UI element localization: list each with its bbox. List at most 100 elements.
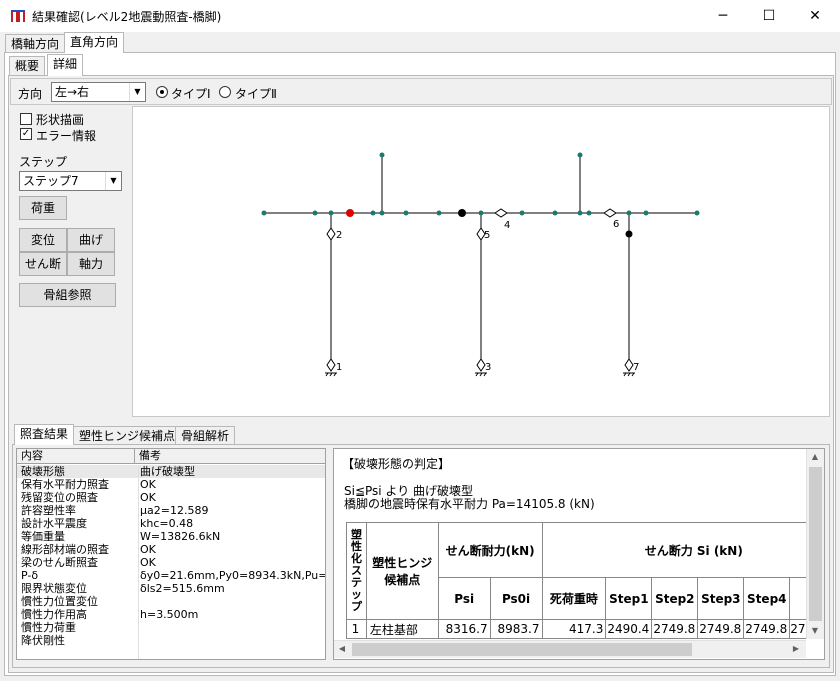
node-label: 5	[484, 230, 490, 241]
tab-hinge-candidates[interactable]: 塑性ヒンジ候補点	[73, 426, 182, 445]
property-row[interactable]: 慣性力荷重	[17, 621, 325, 634]
tab-overview[interactable]: 概要	[9, 56, 46, 76]
tab-detail[interactable]: 詳細	[47, 54, 84, 76]
axial-button[interactable]: 軸力	[67, 252, 115, 276]
tab-check-results[interactable]: 照査結果	[14, 424, 75, 445]
property-key: 梁のせん断照査	[21, 556, 98, 569]
close-button[interactable]: ✕	[792, 0, 838, 32]
node	[312, 210, 318, 216]
shape-draw-label: 形状描画	[36, 113, 85, 127]
chevron-down-icon: ▼	[105, 172, 121, 190]
frame-diagram[interactable]: 2 4 5 6 1 3 7	[132, 106, 830, 417]
property-key: 残留変位の照査	[21, 491, 98, 504]
property-row[interactable]: P-δ δy0=21.6mm,Py0=8934.3kN,Pu=1...	[17, 569, 325, 582]
frame-reference-button[interactable]: 骨組参照	[19, 283, 116, 307]
property-value: 曲げ破壊型	[140, 465, 195, 478]
type1-radio[interactable]	[156, 86, 168, 98]
scroll-right-icon[interactable]: ▶	[788, 641, 804, 657]
shape-draw-checkbox[interactable]	[20, 113, 32, 125]
node	[379, 152, 385, 158]
property-value: OK	[140, 556, 156, 569]
error-info-label: エラー情報	[36, 129, 97, 143]
property-key: 保有水平耐力照査	[21, 478, 109, 491]
type1-label: タイプⅠ	[171, 87, 211, 101]
type2-label: タイプⅡ	[235, 87, 277, 101]
property-row[interactable]: 慣性力位置変位	[17, 595, 325, 608]
node	[261, 210, 267, 216]
property-key: P-δ	[21, 569, 39, 582]
property-value: δls2=515.6mm	[140, 582, 225, 595]
window-title: 結果確認(レベル2地震動照査-橋脚)	[32, 10, 222, 24]
displacement-button[interactable]: 変位	[19, 228, 67, 252]
property-row[interactable]: 許容塑性率 μa2=12.589	[17, 504, 325, 517]
property-row[interactable]: 破壊形態 曲げ破壊型	[17, 465, 325, 478]
type2-radio[interactable]	[219, 86, 231, 98]
step-select[interactable]: ステップ7 ▼	[19, 171, 122, 191]
tab-perpendicular[interactable]: 直角方向	[64, 32, 125, 53]
subheader-step1: Step1	[605, 577, 653, 620]
property-value: h=3.500m	[140, 608, 199, 621]
scroll-down-icon[interactable]: ▼	[807, 623, 823, 639]
node-label: 1	[336, 362, 342, 373]
property-row[interactable]: 梁のせん断照査 OK	[17, 556, 325, 569]
property-row[interactable]: 慣性力作用高 h=3.500m	[17, 608, 325, 621]
property-key: 設計水平震度	[21, 517, 87, 530]
property-row[interactable]: 降伏剛性	[17, 634, 325, 647]
tab-frame-analysis[interactable]: 骨組解析	[175, 426, 236, 445]
property-value: W=13826.6kN	[140, 530, 221, 543]
property-row[interactable]: 保有水平耐力照査 OK	[17, 478, 325, 491]
property-row[interactable]: 線形部材端の照査 OK	[17, 543, 325, 556]
scroll-left-icon[interactable]: ◀	[334, 641, 350, 657]
scroll-up-icon[interactable]: ▲	[807, 449, 823, 465]
hinge-node	[326, 227, 336, 241]
property-key: 慣性力作用高	[21, 608, 87, 621]
shear-button[interactable]: せん断	[19, 252, 67, 276]
node	[643, 210, 649, 216]
bending-button[interactable]: 曲げ	[67, 228, 115, 252]
cell-step4: 2749.8	[743, 619, 791, 639]
hinge-node	[494, 208, 508, 218]
tab-bridge-axis[interactable]: 橋軸方向	[5, 34, 66, 53]
node-label: 7	[633, 362, 639, 373]
header-hinge: 塑性ヒンジ候補点	[365, 522, 439, 620]
cell-step2: 2749.8	[651, 619, 699, 639]
result-vertical-scrollbar[interactable]: ▲ ▼	[806, 449, 824, 639]
direction-value: 左→右	[55, 85, 90, 99]
node	[436, 210, 442, 216]
property-value: OK	[140, 543, 156, 556]
load-button[interactable]: 荷重	[19, 196, 67, 220]
maximize-button[interactable]: ☐	[746, 0, 792, 32]
scroll-thumb-horizontal[interactable]	[352, 643, 692, 656]
node	[478, 210, 484, 216]
node-label: 2	[336, 230, 342, 241]
node-label: 3	[485, 362, 491, 373]
hinge-node	[624, 358, 634, 372]
cell-step: 1	[346, 619, 367, 639]
scroll-thumb-vertical[interactable]	[809, 467, 822, 621]
result-table: 塑性化ステップ 塑性ヒンジ候補点 せん断耐力(kN) せん断力 Si (kN) …	[346, 522, 824, 639]
property-row[interactable]: 等価重量 W=13826.6kN	[17, 530, 325, 543]
minimize-button[interactable]: ─	[700, 0, 746, 32]
subheader-ps0i: Ps0i	[489, 577, 543, 620]
result-horizontal-scrollbar[interactable]: ◀ ▶	[334, 640, 806, 658]
node-label: 4	[504, 220, 510, 231]
hinge-marker-red	[346, 209, 354, 217]
property-row[interactable]: 残留変位の照査 OK	[17, 491, 325, 504]
property-value: μa2=12.589	[140, 504, 209, 517]
result-panel[interactable]: 【破壊形態の判定】 Si≦Psi より 曲げ破壊型 橋脚の地震時保有水平耐力 P…	[333, 448, 825, 660]
hinge-marker-black	[625, 230, 633, 238]
direction-label: 方向	[18, 87, 43, 101]
subheader-step4: Step4	[743, 577, 791, 620]
error-info-checkbox[interactable]: ✓	[20, 128, 32, 140]
cell-dead-load: 417.3	[541, 619, 607, 639]
direction-select[interactable]: 左→右 ▼	[51, 82, 146, 102]
node	[586, 210, 592, 216]
title-bar: 結果確認(レベル2地震動照査-橋脚) ─ ☐ ✕	[0, 0, 840, 32]
step-label: ステップ	[19, 155, 68, 169]
property-row[interactable]: 限界状態変位 δls2=515.6mm	[17, 582, 325, 595]
hinge-marker-black	[458, 209, 466, 217]
header-shear-force: せん断力 Si (kN)	[541, 522, 824, 578]
property-key: 許容塑性率	[21, 504, 76, 517]
node	[519, 210, 525, 216]
property-row[interactable]: 設計水平震度 khc=0.48	[17, 517, 325, 530]
